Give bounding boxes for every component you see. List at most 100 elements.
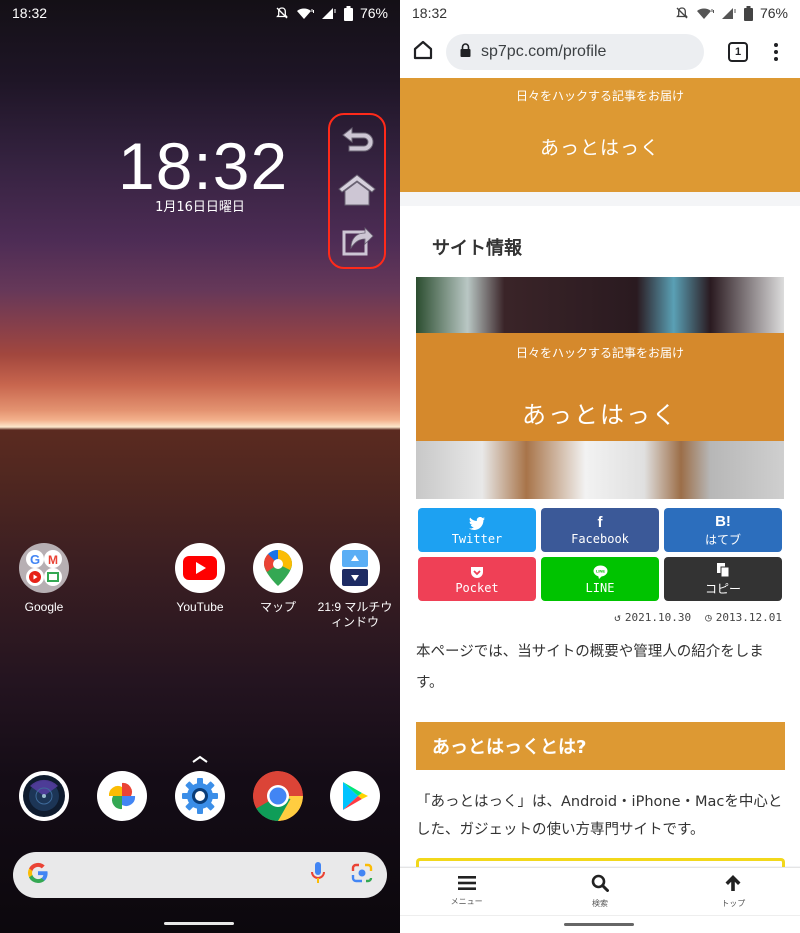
line-icon: LINE (593, 563, 608, 581)
share-label: コピー (704, 581, 741, 596)
app-drawer-chevron-icon[interactable] (188, 750, 212, 763)
gesture-handle[interactable] (564, 923, 634, 926)
battery-percent: 76% (359, 5, 388, 21)
dock-chrome[interactable] (238, 771, 318, 821)
wifi-icon (296, 6, 314, 20)
share-copy-button[interactable]: コピー (664, 557, 782, 601)
share-facebook-button[interactable]: f Facebook (541, 508, 659, 552)
browser-toolbar: sp7pc.com/profile 1 (400, 26, 800, 78)
section-heading: あっとはっくとは? (416, 722, 785, 770)
share-line-button[interactable]: LINE LINE (541, 557, 659, 601)
play-store-icon (330, 771, 380, 821)
app-youtube[interactable]: YouTube (160, 543, 240, 615)
hatena-bookmark-icon: B! (715, 512, 731, 530)
battery-percent: 76% (759, 5, 788, 21)
search-icon (591, 874, 609, 894)
nav-search-button[interactable]: 検索 (533, 868, 666, 915)
status-time: 18:32 (412, 5, 448, 21)
copy-icon (716, 562, 730, 580)
app-label: YouTube (176, 600, 224, 614)
clock-widget[interactable]: 18:32 (118, 130, 287, 202)
hero-desk-photo (416, 441, 784, 499)
multi-window-icon (330, 543, 380, 593)
share-hatena-button[interactable]: B! はてブ (664, 508, 782, 552)
battery-icon (743, 5, 753, 21)
arrow-up-icon (724, 874, 742, 894)
chrome-icon (253, 771, 303, 821)
clock-icon: ◷ (705, 611, 712, 624)
google-folder-icon: G M (19, 543, 69, 593)
pocket-icon (470, 563, 484, 581)
floating-nav-panel (328, 113, 386, 269)
nav-label: トップ (721, 899, 746, 908)
back-button[interactable] (330, 119, 384, 163)
tab-switcher-button[interactable]: 1 (728, 42, 748, 62)
share-label: LINE (585, 581, 615, 595)
updated-date: ↺ 2021.10.30 (614, 611, 691, 624)
nav-menu-button[interactable]: メニュー (400, 868, 533, 915)
post-dates: ↺ 2021.10.30 ◷ 2013.12.01 (614, 611, 782, 624)
app-maps[interactable]: マップ (238, 543, 318, 615)
app-google-folder[interactable]: G M Google (4, 543, 84, 615)
share-label: はてブ (704, 532, 741, 547)
gesture-handle[interactable] (164, 922, 234, 925)
share-label: Facebook (571, 532, 629, 546)
app-label: マップ (259, 600, 296, 614)
share-buttons: Twitter f Facebook B! はてブ Pocket LINE LI… (418, 508, 784, 601)
svg-text:G: G (30, 552, 40, 567)
updated-date-text: 2021.10.30 (624, 611, 692, 624)
hero-site-name: あっとはっく (522, 401, 678, 429)
app-label: 21:9 マルチウィンドウ (317, 600, 393, 629)
nav-label: 検索 (591, 899, 608, 908)
maps-icon (253, 543, 303, 593)
site-logo-text[interactable]: あっとはっく (400, 133, 800, 160)
nav-top-button[interactable]: トップ (667, 868, 800, 915)
hero-image: 日々をハックする記事をお届け あっとはっく (416, 277, 784, 499)
hero-banner: 日々をハックする記事をお届け あっとはっく (416, 333, 784, 441)
home-button[interactable] (330, 169, 384, 213)
camera-icon (19, 771, 69, 821)
site-tagline: 日々をハックする記事をお届け (515, 89, 684, 103)
share-button[interactable] (330, 219, 384, 263)
dock-photos[interactable] (82, 771, 162, 821)
google-search-bar[interactable] (13, 852, 387, 898)
youtube-icon (175, 543, 225, 593)
browser-screen: 18:32 76% sp7pc.com/profile 1 日々をハックする記事… (400, 0, 800, 933)
battery-icon (343, 5, 353, 21)
back-icon (339, 124, 375, 158)
bell-muted-icon (675, 6, 689, 20)
home-icon[interactable] (412, 39, 434, 65)
clock-date: 1月16日日曜日 (155, 200, 245, 215)
home-icon (337, 172, 377, 210)
site-bottom-nav: メニュー 検索 トップ (400, 867, 800, 915)
more-options-icon[interactable] (768, 43, 784, 61)
svg-text:LINE: LINE (595, 569, 604, 574)
site-header[interactable]: 日々をハックする記事をお届け あっとはっく (400, 78, 800, 192)
signal-icon (721, 6, 737, 20)
lock-icon (460, 42, 471, 62)
nav-label: メニュー (450, 897, 483, 906)
share-twitter-button[interactable]: Twitter (418, 508, 536, 552)
status-bar: 18:32 76% (400, 0, 800, 26)
article-card: サイト情報 日々をハックする記事をお届け あっとはっく Twitter f Fa… (400, 206, 800, 898)
settings-icon (175, 771, 225, 821)
hero-tagline: 日々をハックする記事をお届け (515, 346, 684, 360)
svg-text:M: M (48, 553, 58, 567)
dock-play-store[interactable] (315, 771, 395, 821)
home-screen: 18:32 76% 18:32 1月16日日曜日 G M Google YouT… (0, 0, 400, 933)
share-pocket-button[interactable]: Pocket (418, 557, 536, 601)
dock-camera[interactable] (4, 771, 84, 821)
address-bar[interactable]: sp7pc.com/profile (446, 34, 704, 70)
twitter-icon (469, 514, 485, 532)
google-g-icon (27, 862, 49, 888)
lens-icon[interactable] (351, 863, 373, 887)
published-date: ◷ 2013.12.01 (705, 611, 782, 624)
description-paragraph: 「あっとはっく」は、Android・iPhone・Macを中心とした、ガジェット… (416, 794, 783, 838)
menu-icon (457, 876, 476, 892)
share-label: Pocket (455, 581, 499, 595)
page-title: サイト情報 (432, 238, 522, 259)
dock-settings[interactable] (160, 771, 240, 821)
mic-icon[interactable] (311, 862, 325, 888)
facebook-icon: f (597, 514, 603, 531)
app-multi-window[interactable]: 21:9 マルチウィンドウ (315, 543, 395, 630)
